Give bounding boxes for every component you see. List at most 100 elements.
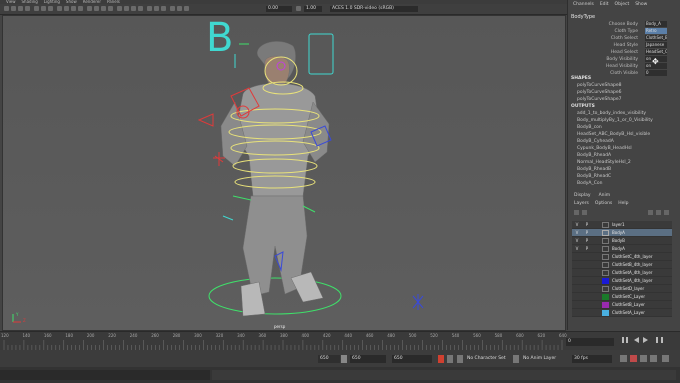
animation-preferences-icon[interactable] bbox=[650, 355, 657, 362]
bookmark-icon[interactable] bbox=[18, 6, 23, 11]
mel-command-input[interactable] bbox=[0, 370, 210, 380]
visibility-toggle[interactable] bbox=[574, 302, 580, 308]
playback-toggle[interactable] bbox=[584, 270, 590, 276]
view-transform-dropdown[interactable]: ACES 1.0 SDR-video (sRGB) bbox=[330, 6, 418, 12]
attr-head-select[interactable]: Head Select HeadSet_C bbox=[568, 49, 680, 56]
attr-value[interactable]: 0 bbox=[645, 70, 667, 76]
attr-cloth-select[interactable]: Cloth Select ClothSet_B bbox=[568, 35, 680, 42]
attr-head-visibility[interactable]: Head Visibility on bbox=[568, 63, 680, 70]
visibility-toggle[interactable] bbox=[574, 262, 580, 268]
layer-row[interactable]: ClothSetC_4th_layer bbox=[572, 253, 672, 261]
visibility-toggle[interactable]: V bbox=[574, 238, 580, 244]
play-forward-icon[interactable] bbox=[643, 337, 648, 343]
output-item[interactable]: BodyB_RheadB bbox=[577, 167, 611, 172]
layer-color-swatch[interactable] bbox=[602, 254, 609, 260]
grid-icon[interactable] bbox=[34, 6, 39, 11]
view-transform-icon[interactable] bbox=[184, 6, 189, 11]
attr-value[interactable]: ClothSet_B bbox=[645, 35, 667, 41]
gamma-toggle-icon[interactable] bbox=[296, 6, 301, 11]
visibility-toggle[interactable] bbox=[574, 294, 580, 300]
menu-show[interactable]: Show bbox=[635, 2, 647, 7]
playback-toggle[interactable] bbox=[584, 286, 590, 292]
visibility-toggle[interactable] bbox=[574, 278, 580, 284]
playback-toggle[interactable] bbox=[584, 278, 590, 284]
xray-icon[interactable] bbox=[124, 6, 129, 11]
visibility-toggle[interactable] bbox=[574, 286, 580, 292]
lock-icon[interactable] bbox=[11, 6, 16, 11]
shape-item[interactable]: polyToCurveShape7 bbox=[577, 97, 622, 102]
gamma-field[interactable]: 1.00 bbox=[304, 6, 322, 12]
playback-toggle[interactable]: P bbox=[584, 238, 590, 244]
go-to-end-icon[interactable] bbox=[661, 337, 667, 343]
time-slider[interactable]: 120 140 160 180 200 220 240 260 280 300 320 340 360 3… bbox=[0, 331, 680, 351]
range-slider-handle[interactable] bbox=[341, 355, 347, 363]
layer-color-swatch[interactable] bbox=[602, 246, 609, 252]
output-item[interactable]: add_1_to_body_index_visibility bbox=[577, 111, 646, 116]
attr-value[interactable]: Body_A bbox=[645, 21, 667, 27]
layer-color-swatch[interactable] bbox=[602, 286, 609, 292]
menu-object[interactable]: Object bbox=[615, 2, 630, 7]
playback-end-field[interactable]: 650 bbox=[392, 355, 432, 363]
visibility-toggle[interactable] bbox=[574, 310, 580, 316]
step-back-icon[interactable] bbox=[626, 337, 632, 343]
go-to-start-icon[interactable] bbox=[618, 337, 624, 343]
bookmark-icon[interactable] bbox=[640, 355, 647, 362]
anim-layer-dropdown[interactable]: No Anim Layer bbox=[521, 355, 567, 363]
layer-color-swatch[interactable] bbox=[602, 278, 609, 284]
output-item[interactable]: Normal_HeadStyleHsl_2 bbox=[577, 160, 631, 165]
attr-cloth-type[interactable]: Cloth Type Retro bbox=[568, 28, 680, 35]
key-settings-icon[interactable] bbox=[447, 355, 453, 363]
output-item[interactable]: Cypunk_BodyB_HeadHsl bbox=[577, 146, 632, 151]
visibility-toggle[interactable]: V bbox=[574, 246, 580, 252]
layer-row[interactable]: V P layer1 bbox=[572, 221, 672, 229]
step-forward-icon[interactable] bbox=[652, 337, 658, 343]
exposure-field[interactable]: 0.00 bbox=[266, 6, 292, 12]
new-layer-selected-icon[interactable] bbox=[656, 210, 661, 215]
ghost-icon[interactable] bbox=[662, 355, 669, 362]
menu-options[interactable]: Options bbox=[595, 201, 612, 206]
wireframe-icon[interactable] bbox=[57, 6, 62, 11]
menu-edit[interactable]: Edit bbox=[600, 2, 609, 7]
tab-display[interactable]: Display bbox=[574, 193, 591, 198]
xray-joints-icon[interactable] bbox=[131, 6, 136, 11]
layer-row[interactable]: ClothSetB_4th_layer bbox=[572, 261, 672, 269]
exposure-icon[interactable] bbox=[147, 6, 152, 11]
backface-icon[interactable] bbox=[138, 6, 143, 11]
layer-row[interactable]: V P BodyB bbox=[572, 237, 672, 245]
shape-item[interactable]: polyToCurveShape8 bbox=[577, 83, 622, 88]
layer-color-swatch[interactable] bbox=[602, 262, 609, 268]
playback-toggle[interactable]: P bbox=[584, 246, 590, 252]
playback-toggle[interactable] bbox=[584, 254, 590, 260]
visibility-toggle[interactable] bbox=[574, 254, 580, 260]
motion-blur-icon[interactable] bbox=[101, 6, 106, 11]
attr-value[interactable]: HeadSet_C bbox=[645, 49, 667, 55]
ambient-occlusion-icon[interactable] bbox=[94, 6, 99, 11]
lighting-icon[interactable] bbox=[78, 6, 83, 11]
tab-anim[interactable]: Anim bbox=[599, 193, 611, 198]
sound-icon[interactable] bbox=[630, 355, 637, 362]
shadows-icon[interactable] bbox=[87, 6, 92, 11]
layer-row[interactable]: ClothSetA_Layer bbox=[572, 309, 672, 317]
output-item[interactable]: HeadSet_ABC_BodyB_Hsl_visible bbox=[577, 132, 650, 137]
output-item[interactable]: BodyB_CyheadA bbox=[577, 139, 614, 144]
attr-value[interactable]: Retro bbox=[645, 28, 667, 34]
layer-color-swatch[interactable] bbox=[602, 222, 609, 228]
attr-choose-body[interactable]: Choose Body Body_A bbox=[568, 21, 680, 28]
layer-color-swatch[interactable] bbox=[602, 238, 609, 244]
layer-color-swatch[interactable] bbox=[602, 270, 609, 276]
layer-color-swatch[interactable] bbox=[602, 310, 609, 316]
hud-icon[interactable] bbox=[161, 6, 166, 11]
current-frame-field[interactable]: 0 bbox=[566, 338, 614, 346]
output-item[interactable]: BodyB_RheadA bbox=[577, 153, 611, 158]
playback-toggle[interactable] bbox=[584, 310, 590, 316]
playback-toggle[interactable]: P bbox=[584, 222, 590, 228]
menu-layers[interactable]: Layers bbox=[574, 201, 589, 206]
move-layer-up-icon[interactable] bbox=[574, 210, 579, 215]
output-item[interactable]: BodyA_Con bbox=[577, 181, 602, 186]
output-item[interactable]: BodyB_con bbox=[577, 125, 602, 130]
layer-row-selected[interactable]: V P BodyA bbox=[572, 229, 672, 237]
playback-toggle[interactable]: P bbox=[584, 230, 590, 236]
loop-icon[interactable] bbox=[620, 355, 627, 362]
visibility-toggle[interactable] bbox=[574, 270, 580, 276]
visibility-toggle[interactable]: V bbox=[574, 222, 580, 228]
